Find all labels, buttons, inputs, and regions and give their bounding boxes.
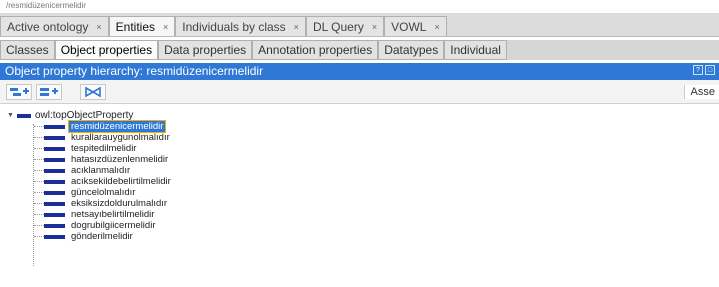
tree-connector bbox=[34, 192, 44, 193]
view-close-icon[interactable]: □ bbox=[705, 65, 715, 75]
add-subproperty-button[interactable] bbox=[6, 84, 32, 100]
tree-item[interactable]: netsayıbelirtilmelidir bbox=[34, 209, 173, 220]
tree-connector bbox=[34, 126, 44, 127]
object-property-icon bbox=[44, 201, 65, 206]
tree-connector bbox=[34, 148, 44, 149]
tree-item-label: resmidüzenicermelidir bbox=[67, 120, 167, 133]
entity-tab-bar: Classes Object properties Data propertie… bbox=[0, 40, 719, 60]
tree-connector bbox=[34, 214, 44, 215]
panel-title-bar: Object property hierarchy: resmidüzenice… bbox=[0, 63, 719, 80]
object-property-icon bbox=[44, 124, 65, 129]
add-sibling-property-button[interactable] bbox=[36, 84, 62, 100]
tree-item[interactable]: tespitedilmelidir bbox=[34, 143, 173, 154]
object-property-icon bbox=[17, 114, 31, 118]
expand-toggle-icon[interactable]: ▼ bbox=[7, 110, 17, 122]
tree-item[interactable]: güncelolmalıdır bbox=[34, 187, 173, 198]
tab-vowl[interactable]: VOWL × bbox=[384, 16, 447, 36]
tab-label: Entities bbox=[115, 19, 156, 34]
close-icon[interactable]: × bbox=[294, 22, 299, 32]
object-property-icon bbox=[44, 157, 65, 162]
tree-item-label: güncelolmalıdır bbox=[71, 187, 136, 198]
tree-children: resmidüzenicermelidir kurallarauygunolma… bbox=[34, 120, 173, 242]
delete-property-icon bbox=[85, 86, 101, 98]
tree-item-label: tespitedilmelidir bbox=[71, 143, 137, 154]
tree-item[interactable]: hatasızdüzenlenmelidir bbox=[34, 154, 173, 165]
panel-title: Object property hierarchy: resmidüzenice… bbox=[5, 64, 264, 78]
add-subproperty-icon bbox=[10, 88, 29, 96]
add-sibling-property-icon bbox=[40, 88, 58, 96]
tree-item[interactable]: kurallarauygunolmalıdır bbox=[34, 132, 173, 143]
hierarchy-toolbar: Asse bbox=[0, 80, 719, 104]
tree-item-label: netsayıbelirtilmelidir bbox=[71, 209, 155, 220]
object-property-icon bbox=[44, 234, 65, 239]
tree-item[interactable]: gönderilmelidir bbox=[34, 231, 173, 242]
tab-data-properties[interactable]: Data properties bbox=[158, 40, 253, 60]
object-property-icon bbox=[44, 146, 65, 151]
tab-classes[interactable]: Classes bbox=[0, 40, 55, 60]
asserted-inferred-selector[interactable]: Asse bbox=[683, 85, 719, 99]
tab-annotation-properties[interactable]: Annotation properties bbox=[252, 40, 379, 60]
tree-item-label: acıksekildebelirtilmelidir bbox=[71, 176, 171, 187]
object-property-icon bbox=[44, 190, 65, 195]
view-options-icon[interactable]: ? bbox=[693, 65, 703, 75]
object-property-icon bbox=[44, 179, 65, 184]
tab-dl-query[interactable]: DL Query × bbox=[305, 16, 385, 36]
tab-datatypes[interactable]: Datatypes bbox=[378, 40, 445, 60]
object-property-icon bbox=[44, 212, 65, 217]
tab-label: Active ontology bbox=[7, 19, 89, 34]
delete-property-button[interactable] bbox=[80, 84, 106, 100]
tree-connector bbox=[34, 170, 44, 171]
tree-item[interactable]: acıksekildebelirtilmelidir bbox=[34, 176, 173, 187]
tab-entities[interactable]: Entities × bbox=[108, 16, 176, 36]
tree-connector bbox=[34, 181, 44, 182]
object-property-icon bbox=[44, 135, 65, 140]
tab-label: DL Query bbox=[312, 19, 364, 34]
tree-item-label: dogrubilgiicermelidir bbox=[71, 220, 156, 231]
tab-individuals[interactable]: Individual bbox=[444, 40, 507, 60]
tab-label: VOWL bbox=[391, 19, 427, 34]
close-icon[interactable]: × bbox=[372, 22, 377, 32]
tree-connector bbox=[34, 203, 44, 204]
tree-item-label: gönderilmelidir bbox=[71, 231, 133, 242]
object-property-tree: ▼ owl:topObjectProperty resmidüzenicerme… bbox=[0, 105, 719, 287]
tree-connector bbox=[34, 159, 44, 160]
tree-connector bbox=[34, 236, 44, 237]
object-property-icon bbox=[44, 168, 65, 173]
tab-object-properties[interactable]: Object properties bbox=[54, 40, 159, 60]
close-icon[interactable]: × bbox=[96, 22, 101, 32]
tree-connector bbox=[34, 225, 44, 226]
close-icon[interactable]: × bbox=[434, 22, 439, 32]
tree-item[interactable]: acıklanmalıdır bbox=[34, 165, 173, 176]
tree-connector bbox=[34, 137, 44, 138]
object-property-icon bbox=[44, 223, 65, 228]
tree-item[interactable]: dogrubilgiicermelidir bbox=[34, 220, 173, 231]
breadcrumb: /resmidüzenicermelidir bbox=[6, 1, 87, 10]
tree-item-label: eksiksizdoldurulmalıdır bbox=[71, 198, 168, 209]
tab-active-ontology[interactable]: Active ontology × bbox=[0, 16, 109, 36]
tree-item-label: hatasızdüzenlenmelidir bbox=[71, 154, 169, 165]
close-icon[interactable]: × bbox=[163, 22, 168, 32]
tree-item[interactable]: eksiksizdoldurulmalıdır bbox=[34, 198, 173, 209]
tree-item-label: kurallarauygunolmalıdır bbox=[71, 132, 170, 143]
main-tab-bar: Active ontology × Entities × Individuals… bbox=[0, 13, 719, 37]
tab-label: Individuals by class bbox=[182, 19, 286, 34]
tree-item-selected[interactable]: resmidüzenicermelidir bbox=[34, 120, 173, 133]
tree-item-label: acıklanmalıdır bbox=[71, 165, 131, 176]
tab-individuals-by-class[interactable]: Individuals by class × bbox=[175, 16, 306, 36]
